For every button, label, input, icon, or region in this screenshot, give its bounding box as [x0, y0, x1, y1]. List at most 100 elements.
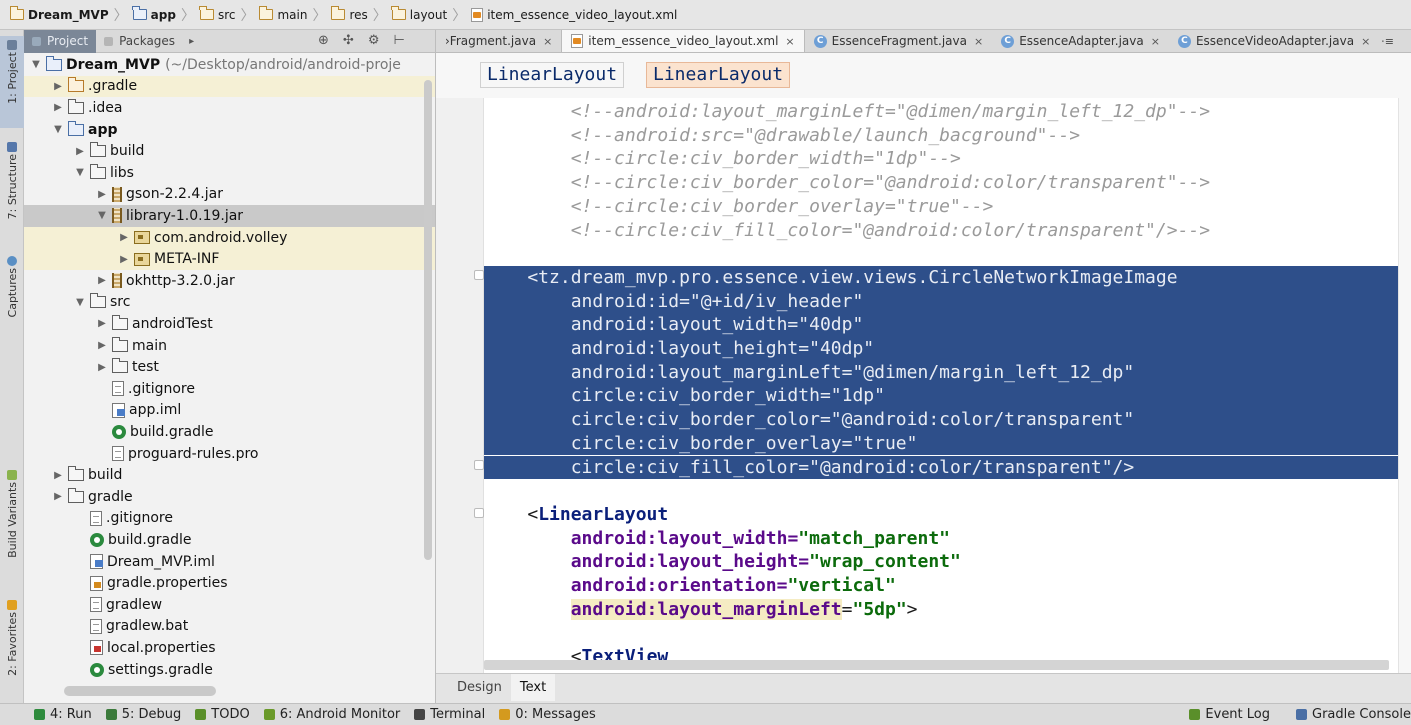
tab-packages-view[interactable]: Packages ▸	[96, 30, 202, 53]
tree-item[interactable]: ▶ test	[24, 356, 435, 378]
tree-item[interactable]: app.iml	[24, 400, 435, 422]
editor-tab[interactable]: C EssenceFragment.java ×	[805, 30, 993, 52]
tree-item[interactable]: ▶ main	[24, 335, 435, 357]
close-icon[interactable]: ×	[785, 35, 794, 48]
fold-marker-icon[interactable]	[474, 460, 484, 470]
bottom-tool-debug[interactable]: 5: Debug	[105, 707, 181, 722]
code-area[interactable]: <!--android:layout_marginLeft="@dimen/ma…	[484, 98, 1411, 673]
editor-tab[interactable]: item_essence_video_layout.xml ×	[561, 30, 805, 52]
tree-item[interactable]: gradlew.bat	[24, 616, 435, 638]
tree-item[interactable]: local.properties	[24, 637, 435, 659]
expanded-arrow-icon[interactable]: ▼	[96, 210, 108, 221]
collapsed-arrow-icon[interactable]: ▶	[74, 146, 86, 157]
collapsed-arrow-icon[interactable]: ▶	[96, 275, 108, 286]
fold-marker-icon[interactable]	[474, 270, 484, 280]
fold-marker-icon[interactable]	[474, 508, 484, 518]
tree-item[interactable]: .gitignore	[24, 378, 435, 400]
tree-item[interactable]: ▼ libs	[24, 162, 435, 184]
collapsed-arrow-icon[interactable]: ▶	[52, 102, 64, 113]
xml-crumb-current[interactable]: LinearLayout	[646, 62, 791, 88]
xml-crumb-outer[interactable]: LinearLayout	[480, 62, 625, 88]
tool-tab-favorites[interactable]: 2: Favorites	[0, 596, 24, 696]
tree-item[interactable]: ▶ build	[24, 140, 435, 162]
breadcrumb-item[interactable]: Dream_MVP	[8, 4, 113, 26]
bottom-tool-label: Event Log	[1205, 707, 1270, 722]
breadcrumb-item[interactable]: app	[131, 4, 180, 26]
gradle-icon	[90, 662, 104, 677]
collapsed-arrow-icon[interactable]: ▶	[118, 254, 130, 265]
project-tree-horizontal-scrollbar[interactable]	[64, 686, 216, 696]
tree-item[interactable]: ▼ app	[24, 119, 435, 141]
more-tabs-icon[interactable]: ⋅≡	[1381, 35, 1394, 48]
tab-project-view[interactable]: Project	[24, 30, 97, 53]
bottom-tool-run[interactable]: 4: Run	[34, 707, 92, 722]
gear-icon[interactable]: ⚙	[368, 33, 380, 48]
tree-item[interactable]: ▼ Dream_MVP (~/Desktop/android/android-pro…	[24, 54, 435, 76]
collapsed-arrow-icon[interactable]: ▶	[52, 470, 64, 481]
tree-item[interactable]: ▶ gradle	[24, 486, 435, 508]
expanded-arrow-icon[interactable]: ▼	[74, 297, 86, 308]
tree-item[interactable]: gradlew	[24, 594, 435, 616]
tree-item[interactable]: gradle.properties	[24, 572, 435, 594]
tool-tab-structure[interactable]: 7: Structure	[0, 138, 24, 243]
breadcrumb-item[interactable]: layout	[390, 4, 451, 26]
tree-item[interactable]: build.gradle	[24, 529, 435, 551]
code-line: circle:civ_border_width="1dp"	[484, 384, 1411, 409]
tree-item[interactable]: ▶ build	[24, 464, 435, 486]
bottom-tool-todo[interactable]: TODO	[195, 707, 250, 722]
tree-item[interactable]: proguard-rules.pro	[24, 443, 435, 465]
close-icon[interactable]: ×	[1361, 35, 1370, 48]
breadcrumb-item[interactable]: res	[329, 4, 371, 26]
expanded-arrow-icon[interactable]: ▼	[30, 59, 42, 70]
editor-tab[interactable]: ›Fragment.java ×	[436, 30, 561, 52]
bottom-tool-event-log[interactable]: Event Log	[1189, 707, 1270, 722]
bottom-tool-messages[interactable]: 0: Messages	[499, 707, 596, 722]
collapsed-arrow-icon[interactable]: ▶	[96, 362, 108, 373]
expanded-arrow-icon[interactable]: ▼	[52, 124, 64, 135]
sync-icon[interactable]: ⊕	[318, 33, 329, 48]
close-icon[interactable]: ×	[543, 35, 552, 48]
tree-item[interactable]: ▶ .gradle	[24, 75, 435, 98]
tree-item[interactable]: ▶ gson-2.2.4.jar	[24, 184, 435, 206]
tree-item[interactable]: .gitignore	[24, 508, 435, 530]
tab-text[interactable]: Text	[510, 674, 556, 701]
tree-item[interactable]: ▼ library-1.0.19.jar	[24, 205, 435, 227]
breadcrumb-item[interactable]: item_essence_video_layout.xml	[469, 4, 681, 26]
collapsed-arrow-icon[interactable]: ▶	[96, 318, 108, 329]
close-icon[interactable]: ×	[1151, 35, 1160, 48]
expanded-arrow-icon[interactable]: ▼	[74, 167, 86, 178]
collapsed-arrow-icon[interactable]: ▶	[96, 340, 108, 351]
bottom-tool-gradle-console[interactable]: Gradle Console	[1296, 707, 1411, 722]
hide-panel-icon[interactable]: ⊢	[393, 33, 404, 48]
editor-horizontal-scrollbar[interactable]	[484, 660, 1389, 670]
bottom-tool-android-monitor[interactable]: 6: Android Monitor	[263, 707, 400, 722]
tool-tab-build-variants[interactable]: Build Variants	[0, 466, 24, 578]
tree-item[interactable]: Dream_MVP.iml	[24, 551, 435, 573]
collapsed-arrow-icon[interactable]: ▶	[52, 491, 64, 502]
collapsed-arrow-icon[interactable]: ▶	[118, 232, 130, 243]
tool-tab-label: Captures	[5, 268, 19, 318]
bottom-tool-terminal[interactable]: Terminal	[414, 707, 485, 722]
tree-item[interactable]: ▶ .idea	[24, 97, 435, 119]
tree-item[interactable]: ▶ androidTest	[24, 313, 435, 335]
tree-item[interactable]: ▼ src	[24, 292, 435, 314]
collapse-icon[interactable]: ✣	[343, 33, 354, 48]
breadcrumb-item[interactable]: src	[198, 4, 240, 26]
close-icon[interactable]: ×	[974, 35, 983, 48]
code-token: android:layout_height=	[570, 551, 810, 573]
chevron-right-icon[interactable]: ▸	[189, 36, 194, 47]
project-tree-vertical-scrollbar[interactable]	[424, 80, 432, 560]
tab-design[interactable]: Design	[448, 674, 511, 701]
editor-tab[interactable]: C EssenceAdapter.java ×	[992, 30, 1169, 52]
tool-tab-project[interactable]: 1: Project	[0, 36, 24, 128]
editor-tab[interactable]: C EssenceVideoAdapter.java ×	[1169, 30, 1379, 52]
tree-item[interactable]: build.gradle	[24, 421, 435, 443]
tool-tab-captures[interactable]: Captures	[0, 252, 24, 337]
tree-item[interactable]: ▶ okhttp-3.2.0.jar	[24, 270, 435, 292]
tree-item[interactable]: ▶ META-INF	[24, 248, 435, 270]
collapsed-arrow-icon[interactable]: ▶	[52, 81, 64, 92]
collapsed-arrow-icon[interactable]: ▶	[96, 189, 108, 200]
tree-item[interactable]: settings.gradle	[24, 659, 435, 681]
tree-item[interactable]: ▶ com.android.volley	[24, 226, 435, 249]
breadcrumb-item[interactable]: main	[257, 4, 311, 26]
